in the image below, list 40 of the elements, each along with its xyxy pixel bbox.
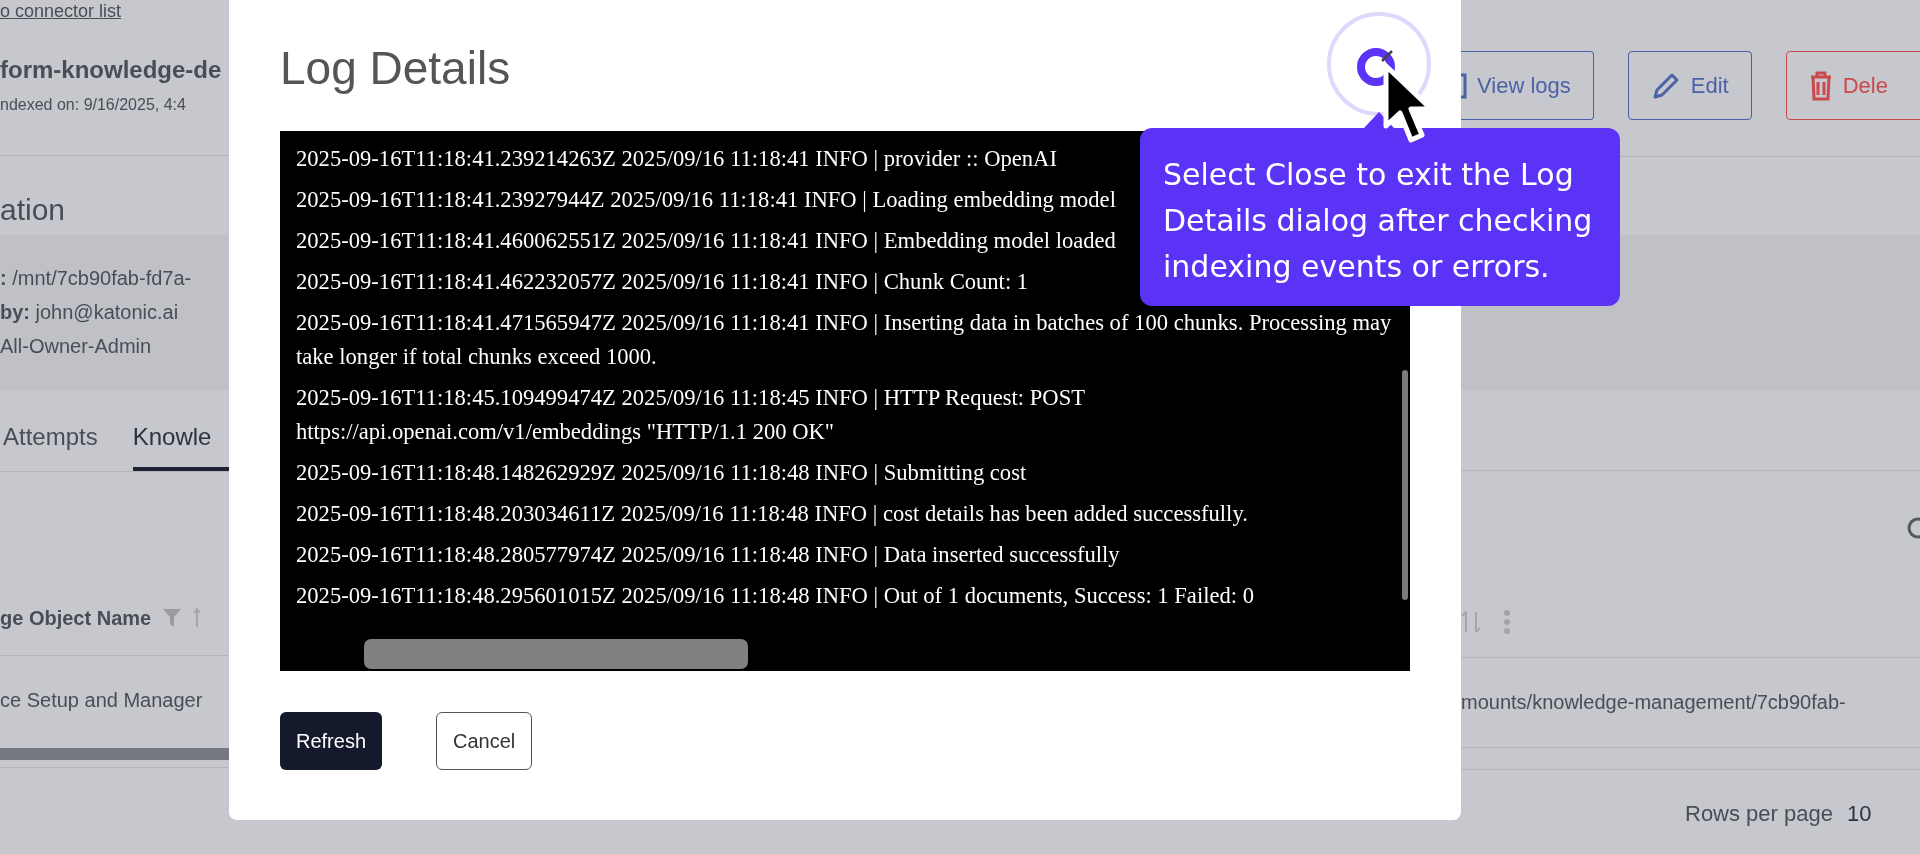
refresh-button[interactable]: Refresh <box>280 712 383 770</box>
connector-name: form-knowledge-de <box>0 55 222 85</box>
more-icon[interactable] <box>1503 610 1511 634</box>
scrollbar[interactable] <box>1402 370 1408 600</box>
log-line: 2025-09-16T11:18:41.23927944Z 2025/09/16 11:18:41 INFO | Loading embedding model <box>296 186 1116 214</box>
table-cell-text: ce Setup and Manager <box>0 688 203 713</box>
log-line: 2025-09-16T11:18:48.280577974Z 2025/09/16 11:18:48 INFO | Data inserted successfully <box>296 541 1120 569</box>
detail-text: by: john@katonic.ai <box>0 300 179 325</box>
log-line: 2025-09-16T11:18:41.239214263Z 2025/09/16 11:18:41 INFO | provider :: OpenAI <box>296 145 1057 173</box>
indexed-date: ndexed on: 9/16/2025, 4:4 <box>0 95 186 115</box>
back-link[interactable]: o connector list <box>0 0 122 22</box>
close-button[interactable] <box>1326 11 1432 117</box>
table-cell-text: mounts/knowledge-management/7cb90fab- <box>1461 690 1846 715</box>
log-line: 2025-09-16T11:18:45.109499474Z 2025/09/16 11:18:45 INFO | HTTP Request: POST https://api.openai.com/v1/embeddings "HTTP/1.1 200 OK" <box>296 384 1086 446</box>
delete-button[interactable]: Dele <box>1785 51 1920 120</box>
document-icon <box>1461 72 1467 99</box>
tooltip-text: Select Close to exit the Log Details dialog after checking indexing events or errors. <box>1163 157 1593 284</box>
tab[interactable]: Attempts <box>3 422 98 471</box>
log-line: 2025-09-16T11:18:41.460062551Z 2025/09/16 11:18:41 INFO | Embedding model loaded <box>296 227 1116 255</box>
rows-per-page-label: Rows per page <box>1685 800 1833 828</box>
log-line: 2025-09-16T11:18:48.295601015Z 2025/09/16 11:18:48 INFO | Out of 1 documents, Success: 1 Failed: 0 <box>296 582 1254 610</box>
log-line: 2025-09-16T11:18:48.148262929Z 2025/09/16 11:18:48 INFO | Submitting cost <box>296 459 1027 487</box>
column-header: ge Object Name <box>0 606 152 631</box>
log-line: 2025-09-16T11:18:41.471565947Z 2025/09/16 11:18:41 INFO | Inserting data in batches of 100 chunks. Processing may take longer if total chunks exceed 1000. <box>296 309 1393 371</box>
cancel-button[interactable]: Cancel <box>436 712 533 770</box>
sort-icon[interactable] <box>1461 610 1481 634</box>
scrollbar[interactable] <box>0 748 229 760</box>
detail-text: All-Owner-Admin <box>0 334 152 359</box>
scrollbar[interactable] <box>364 639 748 669</box>
log-line: 2025-09-16T11:18:41.462232057Z 2025/09/16 11:18:41 INFO | Chunk Count: 1 <box>296 268 1029 296</box>
rows-per-page-select[interactable]: 10 <box>1847 800 1872 828</box>
detail-text: : /mnt/7cb90fab-fd7a- <box>0 266 192 291</box>
trash-icon <box>1808 70 1833 101</box>
edit-button[interactable]: Edit <box>1627 51 1752 120</box>
dialog-title: Log Details <box>280 40 511 95</box>
section-title: ation <box>0 192 66 228</box>
logs-button[interactable]: View logs <box>1461 51 1594 120</box>
filter-icon[interactable] <box>163 609 182 627</box>
sort-icon[interactable] <box>193 608 202 628</box>
log-line: 2025-09-16T11:18:48.203034611Z 2025/09/16 11:18:48 INFO | cost details has been added successfully. <box>296 500 1248 528</box>
